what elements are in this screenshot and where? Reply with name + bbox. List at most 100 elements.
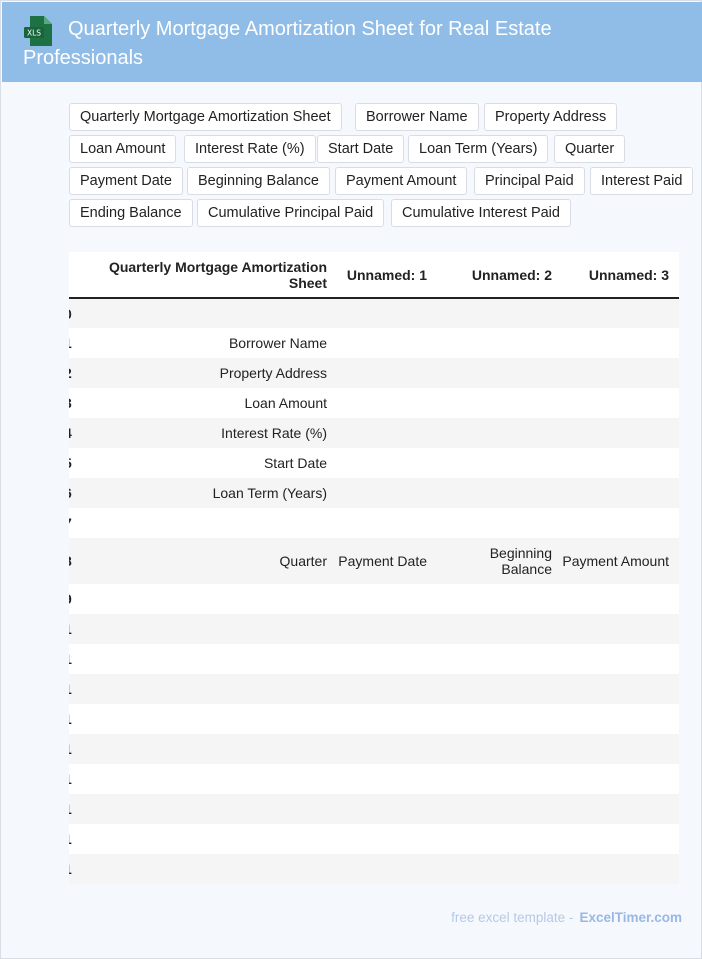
tag-item[interactable]: Interest Rate (%)	[184, 135, 316, 163]
tag-item[interactable]: Ending Balance	[69, 199, 193, 227]
table-cell	[437, 764, 562, 794]
table-cell	[337, 358, 437, 388]
table-row: 18	[69, 854, 679, 884]
table-cell	[562, 644, 679, 674]
table-cell	[437, 298, 562, 328]
row-index-label: 13	[69, 711, 72, 727]
table-cell	[337, 854, 437, 884]
table-cell	[437, 418, 562, 448]
table-cell	[562, 358, 679, 388]
table-cell	[72, 824, 337, 854]
table-body: 0 1 Borrower Name 2 Property Address 3 Loan Am…	[69, 298, 679, 884]
table-header-row: Quarterly Mortgage Amortization Sheet Un…	[69, 252, 679, 299]
table-cell: Beginning Balance	[489, 545, 552, 577]
table-cell: Loan Term (Years)	[212, 485, 327, 501]
table-row: 14	[69, 734, 679, 764]
tag-item[interactable]: Quarterly Mortgage Amortization Sheet	[69, 103, 342, 131]
table-cell: Payment Amount	[562, 553, 669, 569]
table-cell	[562, 584, 679, 614]
table-row: 6 Loan Term (Years)	[69, 478, 679, 508]
table-cell	[337, 824, 437, 854]
table-header-cell: Unnamed: 2	[437, 252, 562, 299]
table-row: 16	[69, 794, 679, 824]
table-cell	[337, 328, 437, 358]
table-cell	[72, 674, 337, 704]
table-cell	[562, 448, 679, 478]
table-cell	[437, 388, 562, 418]
table-cell	[437, 794, 562, 824]
table-row: 13	[69, 704, 679, 734]
table-row: 7	[69, 508, 679, 538]
table-cell	[562, 388, 679, 418]
tag-item[interactable]: Borrower Name	[355, 103, 479, 131]
page-frame: XLS Quarterly Mortgage Amortization Shee…	[0, 0, 702, 959]
row-index-label: 6	[69, 485, 72, 501]
table-cell	[437, 674, 562, 704]
table-row: 1 Borrower Name	[69, 328, 679, 358]
footer-brand-link[interactable]: ExcelTimer.com	[579, 910, 682, 925]
table-cell	[72, 298, 337, 328]
table-cell	[72, 854, 337, 884]
table-row: 4 Interest Rate (%)	[69, 418, 679, 448]
table-row: 10	[69, 614, 679, 644]
table-cell	[337, 418, 437, 448]
table-cell	[437, 854, 562, 884]
row-index-label: 14	[69, 741, 72, 757]
table-row: 2 Property Address	[69, 358, 679, 388]
table-cell: Borrower Name	[228, 335, 327, 351]
tag-item[interactable]: Interest Paid	[590, 167, 694, 195]
table-cell	[437, 584, 562, 614]
row-index-label: 12	[69, 681, 72, 697]
table-cell	[437, 824, 562, 854]
table-cell	[337, 674, 437, 704]
tag-item[interactable]: Cumulative Principal Paid	[197, 199, 385, 227]
tag-item[interactable]: Cumulative Interest Paid	[391, 199, 571, 227]
tag-item[interactable]: Start Date	[317, 135, 405, 163]
table-cell	[337, 478, 437, 508]
tag-item[interactable]: Loan Amount	[69, 135, 177, 163]
table-cell	[337, 584, 437, 614]
table-header-cell: Unnamed: 1	[337, 252, 437, 299]
tag-item[interactable]: Property Address	[484, 103, 618, 131]
table-cell	[437, 358, 562, 388]
table-row: 5 Start Date	[69, 448, 679, 478]
table-cell	[72, 644, 337, 674]
table-cell	[437, 734, 562, 764]
table-cell	[437, 478, 562, 508]
table-cell	[437, 614, 562, 644]
table-cell	[562, 674, 679, 704]
tag-item[interactable]: Quarter	[554, 135, 626, 163]
table-cell	[562, 734, 679, 764]
row-index-label: 18	[69, 861, 72, 877]
row-index-label: 9	[69, 591, 72, 607]
sheet-preview: Quarterly Mortgage Amortization Sheet Un…	[69, 252, 679, 886]
table-cell	[72, 508, 337, 538]
table-cell	[437, 508, 562, 538]
row-index-label: 7	[69, 515, 72, 531]
table-cell	[562, 764, 679, 794]
table-row: 8 Quarter Payment Date Beginning Balance Pay…	[69, 538, 679, 584]
table-cell	[72, 704, 337, 734]
table-cell	[562, 614, 679, 644]
table-cell: Quarter	[279, 553, 327, 569]
row-index-label: 15	[69, 771, 72, 787]
tag-item[interactable]: Payment Amount	[335, 167, 468, 195]
table-cell: Property Address	[219, 365, 327, 381]
tag-item[interactable]: Beginning Balance	[187, 167, 330, 195]
page-header: XLS Quarterly Mortgage Amortization Shee…	[2, 2, 702, 82]
table-cell	[337, 388, 437, 418]
table-cell	[562, 824, 679, 854]
tag-item[interactable]: Principal Paid	[474, 167, 585, 195]
table-cell	[72, 584, 337, 614]
tag-item[interactable]: Payment Date	[69, 167, 183, 195]
table-row: 11	[69, 644, 679, 674]
table-cell	[437, 644, 562, 674]
table-cell	[337, 644, 437, 674]
table-row: 9	[69, 584, 679, 614]
table-cell	[337, 764, 437, 794]
table-row: 3 Loan Amount	[69, 388, 679, 418]
row-index-label: 8	[69, 553, 72, 569]
table-cell: Loan Amount	[244, 395, 327, 411]
table-cell	[337, 298, 437, 328]
tag-item[interactable]: Loan Term (Years)	[408, 135, 549, 163]
